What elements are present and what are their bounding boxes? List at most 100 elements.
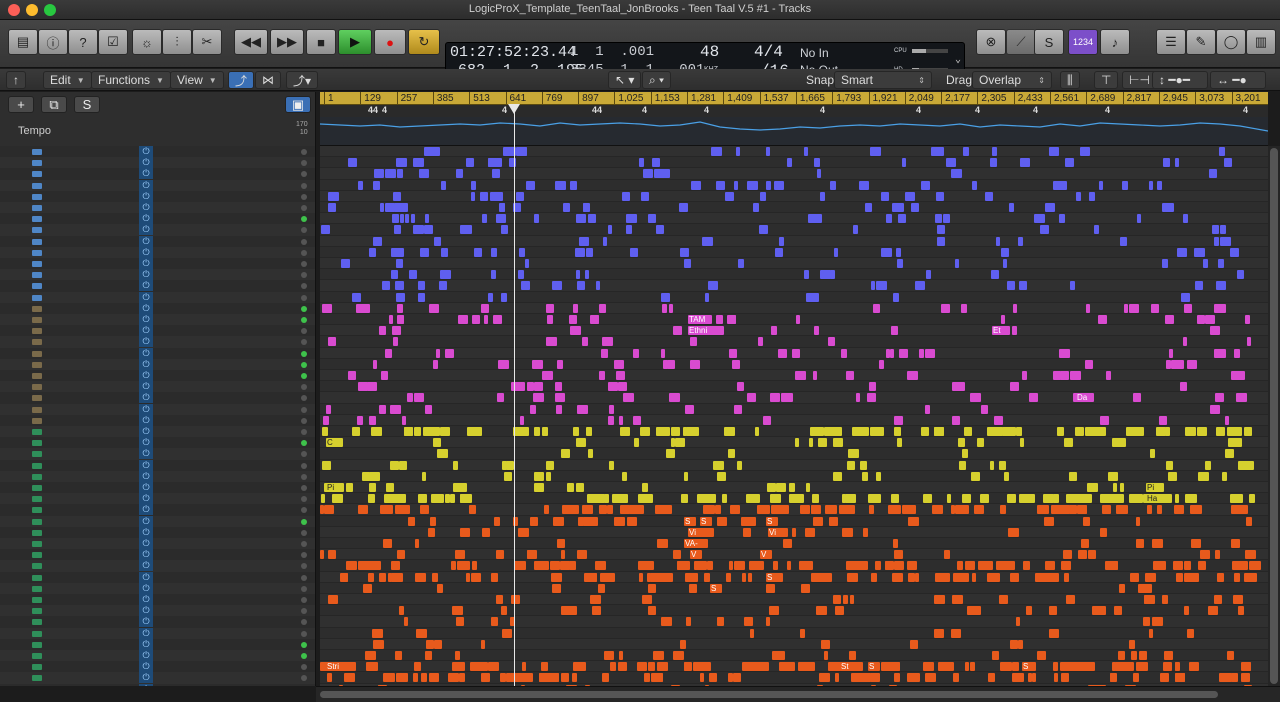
region[interactable] [408,516,415,526]
region[interactable] [546,303,554,313]
track-header-row[interactable]: ⏻ [0,179,315,191]
region[interactable] [689,583,697,593]
region[interactable] [386,483,394,492]
region[interactable] [758,662,769,672]
region[interactable] [1018,639,1023,649]
region[interactable] [503,147,512,156]
region[interactable] [1152,539,1163,548]
region[interactable] [1120,483,1124,492]
region[interactable] [964,427,972,436]
flex-icon[interactable]: ⋈ [255,71,281,89]
track-header-row[interactable]: ⏻ [0,246,315,258]
region[interactable] [970,393,981,403]
region[interactable] [346,483,353,492]
power-icon[interactable]: ⏻ [139,549,153,561]
region[interactable] [1131,572,1139,582]
region[interactable] [828,337,835,347]
region[interactable] [518,270,524,280]
region[interactable] [766,583,775,593]
region[interactable] [1164,651,1172,660]
power-icon[interactable]: ⏻ [139,246,153,258]
region[interactable] [885,561,894,571]
region[interactable] [1012,326,1017,336]
region[interactable] [894,561,904,571]
region[interactable] [1009,203,1014,212]
region[interactable] [1100,527,1107,537]
region[interactable] [661,617,672,627]
region[interactable] [392,326,401,336]
region[interactable] [369,247,376,257]
region[interactable] [952,382,962,392]
region[interactable] [962,494,971,504]
region[interactable] [1078,550,1087,560]
region-label[interactable]: Vi [768,527,786,537]
power-icon[interactable]: ⏻ [139,582,153,594]
region[interactable] [466,158,474,168]
region[interactable] [1249,494,1255,504]
region[interactable] [322,303,332,313]
keyboard-icon[interactable] [32,440,42,447]
region[interactable] [1185,494,1197,504]
region[interactable] [425,404,432,414]
track-header-row[interactable]: ⏻ [0,314,315,326]
region[interactable] [323,415,329,425]
keyboard-icon[interactable] [32,160,42,167]
region[interactable] [608,225,612,235]
region[interactable] [992,147,997,156]
region[interactable] [1061,561,1068,571]
region[interactable] [491,617,498,627]
region[interactable] [609,404,614,414]
region[interactable] [569,561,576,571]
region[interactable] [602,673,609,683]
stop-icon[interactable]: ■ [306,29,336,55]
region[interactable] [700,673,704,683]
power-icon[interactable]: ⏻ [139,190,153,202]
region[interactable] [1069,471,1077,481]
track-header-row[interactable]: ⏻ [0,661,315,673]
region[interactable] [490,191,494,201]
region[interactable] [395,651,402,660]
vertical-zoom-slider[interactable]: ↕ ━●━ [1152,71,1208,89]
region[interactable] [850,651,856,660]
region[interactable] [1007,494,1016,504]
region[interactable] [734,561,745,571]
region[interactable] [527,550,537,560]
region[interactable] [389,315,393,324]
region[interactable] [414,393,424,403]
region[interactable] [653,651,664,660]
region-label[interactable]: Pi [326,483,344,492]
strings-icon[interactable] [32,608,42,615]
power-icon[interactable]: ⏻ [139,482,153,493]
region[interactable] [620,427,630,436]
region[interactable] [726,572,731,582]
metronome-icon[interactable]: ♪ [1100,29,1130,55]
region[interactable] [852,427,865,436]
region[interactable] [368,572,374,582]
region[interactable] [456,617,464,627]
strings-icon[interactable] [32,529,42,536]
region[interactable] [910,639,918,649]
track-lane[interactable] [320,325,1268,337]
region[interactable] [365,651,376,660]
region[interactable] [501,225,508,235]
region[interactable] [1085,427,1095,436]
region[interactable] [937,236,945,246]
region[interactable] [380,203,384,212]
region[interactable] [1081,539,1089,548]
region[interactable] [835,606,844,616]
region-label[interactable]: S [766,516,778,526]
region[interactable] [1105,561,1118,571]
region[interactable] [684,259,691,268]
region[interactable] [497,393,504,403]
region[interactable] [946,158,956,168]
region[interactable] [1008,527,1019,537]
region[interactable] [893,292,899,302]
strings-icon[interactable] [32,507,42,514]
region[interactable] [484,315,488,324]
replace-icon[interactable]: ⊗ [976,29,1006,55]
region[interactable] [1220,236,1231,246]
fast-forward-icon[interactable]: ▶▶ [270,29,304,55]
region[interactable] [728,449,735,459]
region[interactable] [915,281,925,291]
region[interactable] [746,494,750,504]
